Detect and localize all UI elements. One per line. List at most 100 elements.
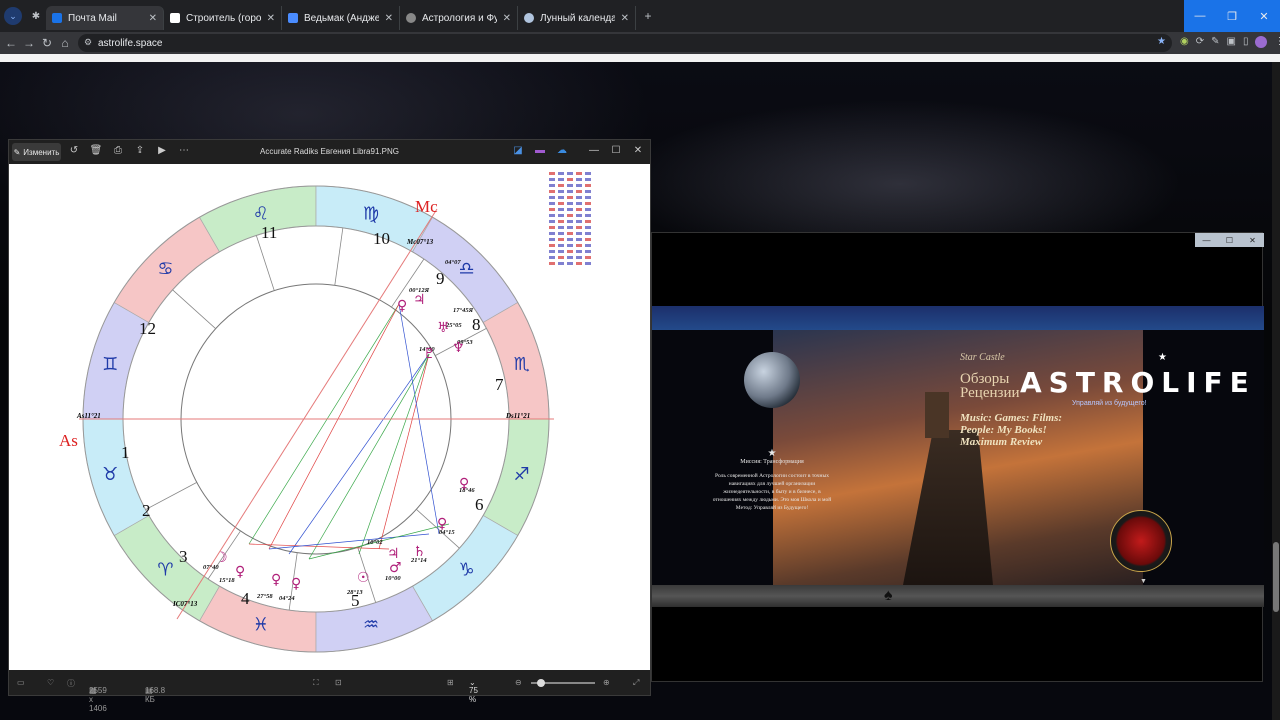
sidebar-icon[interactable]: ▯ [1243,36,1249,48]
astrolife-minimize-button[interactable]: — [1195,233,1218,247]
aspect-table-cell [585,238,591,241]
zoom-out-icon[interactable]: ⊖ [515,678,522,687]
planet-degree: 17°45Я [453,307,474,314]
tab-wikipedia-city[interactable]: Строитель (город) — Википедия ✕ [164,6,282,30]
link-icon[interactable]: ✎ [1211,36,1219,48]
filesize-value: 168.8 КБ [145,686,166,704]
back-icon[interactable]: ← [2,36,20,50]
close-tab-icon[interactable]: ✕ [385,13,393,24]
viewer-minimize-button[interactable]: — [587,145,601,159]
close-tab-icon[interactable]: ✕ [503,13,511,24]
page-scrollbar[interactable] [1272,62,1280,720]
aspect-table-cell [558,262,564,265]
aspect-table-cell [576,208,582,211]
astrolife-window: — ☐ ✕ Star Castle Обзоры Рецензии ASTROL… [651,232,1264,682]
aspect-table-cell [585,172,591,175]
menu-icon[interactable]: ⋮ [1274,36,1280,48]
tab-astrology[interactable]: Астрология и Футурология. Н ✕ [400,6,518,30]
extensions-icon[interactable]: ✱ [26,11,46,22]
close-tab-icon[interactable]: ✕ [149,13,157,24]
planet-glyph-icon: ♆ [452,340,465,356]
tab-label: Ведьмак (Анджей Сапковский) [304,12,379,24]
minimize-button[interactable]: — [1184,0,1216,32]
aspect-table-cell [576,178,582,181]
aspect-table-cell [549,238,555,241]
pentacle-seal-icon[interactable] [1110,510,1172,572]
aspect-table-cell [576,214,582,217]
as-label: As [59,431,78,450]
aspect-table-cell [558,214,564,217]
aspect-table-cell [549,256,555,259]
aspect-line [268,303,400,550]
astrolife-window-controls: — ☐ ✕ [1195,233,1264,247]
zodiac-sign-icon: ♏ [514,354,530,375]
avatar[interactable] [1255,36,1268,48]
onedrive-icon[interactable]: ☁ [555,145,569,159]
zoom-in-icon[interactable]: ⊕ [603,678,610,687]
site-title[interactable]: ASTROLIFE [1020,366,1256,399]
crop-icon[interactable]: ⛶ [313,678,319,688]
zoom-slider-thumb[interactable] [537,679,545,687]
close-tab-icon[interactable]: ✕ [267,13,275,24]
home-icon[interactable]: ⌂ [56,36,74,50]
planet-glyph-icon: ☉ [357,570,370,586]
music-links[interactable]: Music: Games: Films: People: My Books! M… [960,412,1062,448]
house-number: 4 [241,589,250,608]
site-info-icon[interactable]: ⚙ [84,37,92,48]
maximize-button[interactable]: ❐ [1216,0,1248,32]
planet-glyph-icon: ♂ [389,560,402,576]
aspect-table-cell [585,178,591,181]
scroll-down-icon[interactable]: ▼ [1140,578,1147,585]
sync-icon[interactable]: ⟳ [1196,36,1204,48]
visual-search-icon[interactable]: ⊡ [335,678,342,687]
info-icon[interactable]: ⓘ [67,678,75,689]
reload-icon[interactable]: ↻ [38,36,56,50]
close-tab-icon[interactable]: ✕ [621,13,629,24]
filmstrip-icon[interactable]: ▭ [17,678,25,687]
fullscreen-icon[interactable]: ⤢ [633,678,639,688]
aspect-table-cell [585,250,591,253]
zoom-dropdown[interactable]: 75 % ⌄ [469,678,478,704]
fit-icon[interactable]: ⊞ [447,678,454,687]
aspect-table-cell [549,250,555,253]
aspect-table-cell [567,178,573,181]
close-button[interactable]: ✕ [1248,0,1280,32]
planet-glyph-icon: ♇ [423,346,436,362]
aspect-table-cell [567,250,573,253]
aspect-table-cell [576,250,582,253]
aspect-table-cell [558,220,564,223]
tab-witcher[interactable]: Ведьмак (Анджей Сапковский) ✕ [282,6,400,30]
editor-icon[interactable]: ◪ [511,145,525,159]
forward-icon[interactable]: → [20,36,38,50]
aspect-table-cell [567,196,573,199]
aspect-table-cell [558,232,564,235]
puzzle-icon[interactable]: ▣ [1227,36,1236,48]
clipchamp-icon[interactable]: ▬ [533,145,547,159]
house-cusp-line [255,235,275,291]
address-bar[interactable]: ⚙ astrolife.space ★ [78,34,1172,52]
tab-search-button[interactable]: ⌄ [4,7,22,25]
viewer-maximize-button[interactable]: ☐ [609,145,623,159]
tab-lunar-calendar[interactable]: Лунный календарь на январь ✕ [518,6,636,30]
favorite-icon[interactable]: ♡ [47,678,54,687]
aspect-table-cell [576,238,582,241]
planet-degree: 27°58 [256,593,273,600]
astrolife-maximize-button[interactable]: ☐ [1218,233,1241,247]
house-number: 2 [142,501,151,520]
aspect-table-cell [558,226,564,229]
planet-glyph-icon: ♀ [397,298,407,314]
new-tab-button[interactable]: + [640,9,656,23]
planet-degree: 28°13 [346,589,363,596]
zodiac-sign-icon: ♑ [459,560,475,581]
aspect-table-cell [558,196,564,199]
viewer-close-button[interactable]: ✕ [631,145,645,159]
extension-icon[interactable]: ◉ [1180,36,1189,48]
tab-mail[interactable]: Почта Mail ✕ [46,6,164,30]
scrollbar-thumb[interactable] [1273,542,1279,612]
tab-label: Лунный календарь на январь [540,12,615,24]
aspect-table-cell [576,244,582,247]
aspect-table-cell [558,256,564,259]
bookmark-star-icon[interactable]: ★ [1157,36,1166,47]
astrolife-close-button[interactable]: ✕ [1241,233,1264,247]
aspect-table-cell [576,226,582,229]
